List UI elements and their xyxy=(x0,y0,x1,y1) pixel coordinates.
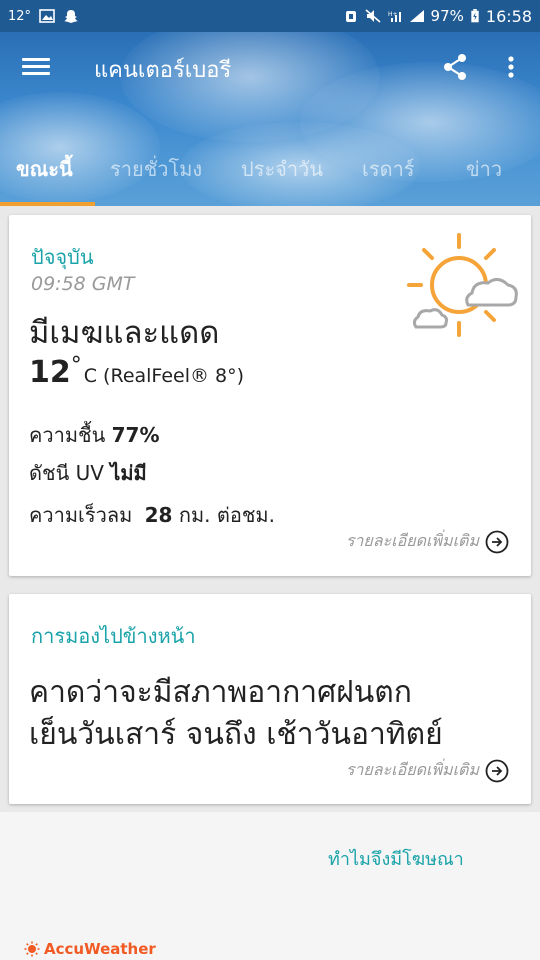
arrow-right-circle-icon xyxy=(485,759,509,782)
tab-now[interactable]: ขณะนี้ xyxy=(16,152,73,206)
outlook-forecast-text: คาดว่าจะมีสภาพอากาศฝนตก เย็นวันเสาร์ จนถ… xyxy=(29,672,443,756)
tab-news[interactable]: ข่าว xyxy=(466,152,502,206)
accuweather-logo: AccuWeather xyxy=(24,940,156,958)
gallery-icon xyxy=(39,9,55,23)
status-bar: 12° H+ 97% 16:58 xyxy=(0,0,540,32)
current-conditions-card[interactable]: ปัจจุบัน 09:58 GMT มีเมฆและแดด 12 ° C (R… xyxy=(9,215,531,576)
outlook-section-label: การมองไปข้างหน้า xyxy=(31,624,196,648)
toolbar: แคนเตอร์เบอรี xyxy=(0,32,540,104)
tab-hourly[interactable]: รายชั่วโมง xyxy=(110,152,202,206)
outlook-line-2: เย็นวันเสาร์ จนถึง เช้าวันอาทิตย์ xyxy=(29,717,443,752)
uv-label: ดัชนี UV xyxy=(29,461,104,485)
temp-value: 12 xyxy=(29,355,71,390)
network-icon: H+ xyxy=(388,11,401,22)
wind-unit: กม. ต่อชม. xyxy=(178,503,275,527)
arrow-right-circle-icon xyxy=(485,530,509,553)
alarm-icon xyxy=(345,11,356,22)
current-section-label: ปัจจุบัน xyxy=(31,245,94,269)
snapchat-icon xyxy=(64,10,79,23)
ad-area: ทำไมจึงมีโฆษณา AccuWeather xyxy=(0,812,540,960)
more-vert-icon[interactable] xyxy=(500,52,522,82)
humidity-label: ความชื้น xyxy=(29,423,106,447)
brand-name: AccuWeather xyxy=(44,940,156,958)
share-icon[interactable] xyxy=(440,52,470,82)
battery-percent: 97% xyxy=(430,7,464,25)
tab-daily[interactable]: ประจำวัน xyxy=(241,152,323,206)
tab-indicator xyxy=(0,202,95,206)
outlook-more-details-link[interactable]: รายละเอียดเพิ่มเติม xyxy=(346,758,509,783)
wind-label: ความเร็วลม xyxy=(29,503,133,527)
mute-icon xyxy=(365,9,381,23)
outlook-card[interactable]: การมองไปข้างหน้า คาดว่าจะมีสภาพอากาศฝนตก… xyxy=(9,594,531,804)
wind-value: 28 xyxy=(144,503,173,527)
observation-time: 09:58 GMT xyxy=(31,273,135,295)
menu-icon[interactable] xyxy=(22,54,50,82)
app-header: แคนเตอร์เบอรี ขณะนี้ รายชั่วโมง ประจำวัน… xyxy=(0,32,540,206)
current-more-details-link[interactable]: รายละเอียดเพิ่มเติม xyxy=(346,529,509,554)
uv-row: ดัชนี UV ไม่มี xyxy=(29,457,147,489)
status-temp: 12° xyxy=(8,8,32,24)
humidity-value: 77% xyxy=(111,423,160,447)
temp-unit-realfeel: C (RealFeel® 8°) xyxy=(83,365,245,387)
tab-bar: ขณะนี้ รายชั่วโมง ประจำวัน เรดาร์ ข่าว xyxy=(0,152,540,206)
more-details-label: รายละเอียดเพิ่มเติม xyxy=(345,531,479,550)
more-details-label: รายละเอียดเพิ่มเติม xyxy=(345,760,479,779)
why-ads-link[interactable]: ทำไมจึงมีโฆษณา xyxy=(328,844,464,873)
status-time: 16:58 xyxy=(485,6,532,26)
tab-radar[interactable]: เรดาร์ xyxy=(362,152,415,206)
uv-value: ไม่มี xyxy=(110,461,147,485)
condition-text: มีเมฆและแดด xyxy=(29,315,220,351)
degree-symbol: ° xyxy=(70,353,82,378)
partly-sunny-icon xyxy=(407,233,518,337)
battery-icon xyxy=(471,9,479,23)
signal-icon xyxy=(409,10,424,22)
humidity-row: ความชื้น 77% xyxy=(29,419,160,451)
outlook-line-1: คาดว่าจะมีสภาพอากาศฝนตก xyxy=(29,675,412,710)
location-title: แคนเตอร์เบอรี xyxy=(94,58,232,83)
sun-logo-icon xyxy=(24,941,40,957)
temperature: 12 ° C (RealFeel® 8°) xyxy=(29,353,245,390)
wind-row: ความเร็วลม 28 กม. ต่อชม. xyxy=(29,499,275,531)
